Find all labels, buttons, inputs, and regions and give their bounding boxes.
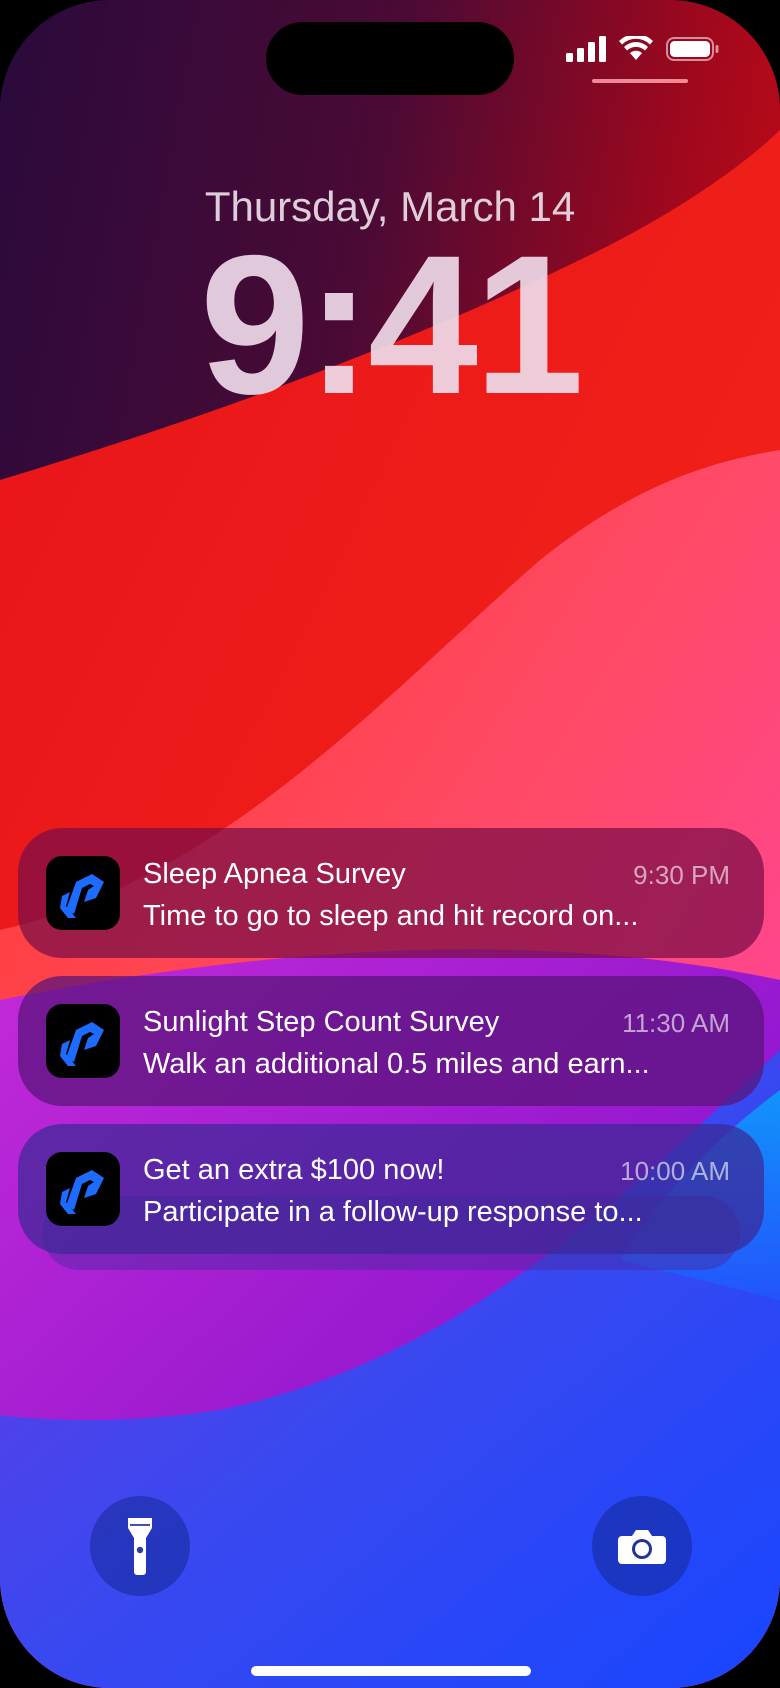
flashlight-button[interactable]: [90, 1496, 190, 1596]
cellular-signal-icon: [566, 36, 606, 62]
notification-time: 9:30 PM: [633, 860, 730, 890]
survey-app-icon: [46, 856, 120, 930]
notification-body: Participate in a follow-up response to..…: [143, 1196, 643, 1228]
survey-app-icon: [46, 1152, 120, 1226]
notification-time: 11:30 AM: [622, 1008, 730, 1038]
survey-app-icon: [46, 1004, 120, 1078]
dynamic-island: [266, 22, 514, 95]
lockscreen-clock: 9:41: [199, 214, 584, 435]
notification-time: 10:00 AM: [620, 1156, 730, 1186]
status-bar: [566, 36, 720, 62]
notification-title: Get an extra $100 now!: [143, 1154, 445, 1186]
camera-icon: [618, 1530, 666, 1564]
status-indicator-line: [592, 79, 688, 83]
flashlight-icon: [128, 1518, 152, 1575]
notification-body: Walk an additional 0.5 miles and earn...: [143, 1048, 650, 1080]
notification-body: Time to go to sleep and hit record on...: [143, 900, 639, 932]
notification-title: Sunlight Step Count Survey: [143, 1006, 500, 1038]
camera-button[interactable]: [592, 1496, 692, 1596]
notification-card[interactable]: Sunlight Step Count Survey 11:30 AM Walk…: [18, 976, 764, 1106]
notification-card[interactable]: Get an extra $100 now! 10:00 AM Particip…: [18, 1124, 764, 1254]
lock-screen: Thursday, March 14 9:41 Sleep Apnea Surv…: [0, 0, 780, 1688]
battery-icon: [666, 37, 719, 61]
wifi-icon: [619, 36, 653, 60]
notification-title: Sleep Apnea Survey: [143, 858, 406, 890]
home-indicator[interactable]: [251, 1666, 531, 1676]
notification-card[interactable]: Sleep Apnea Survey 9:30 PM Time to go to…: [18, 828, 764, 958]
